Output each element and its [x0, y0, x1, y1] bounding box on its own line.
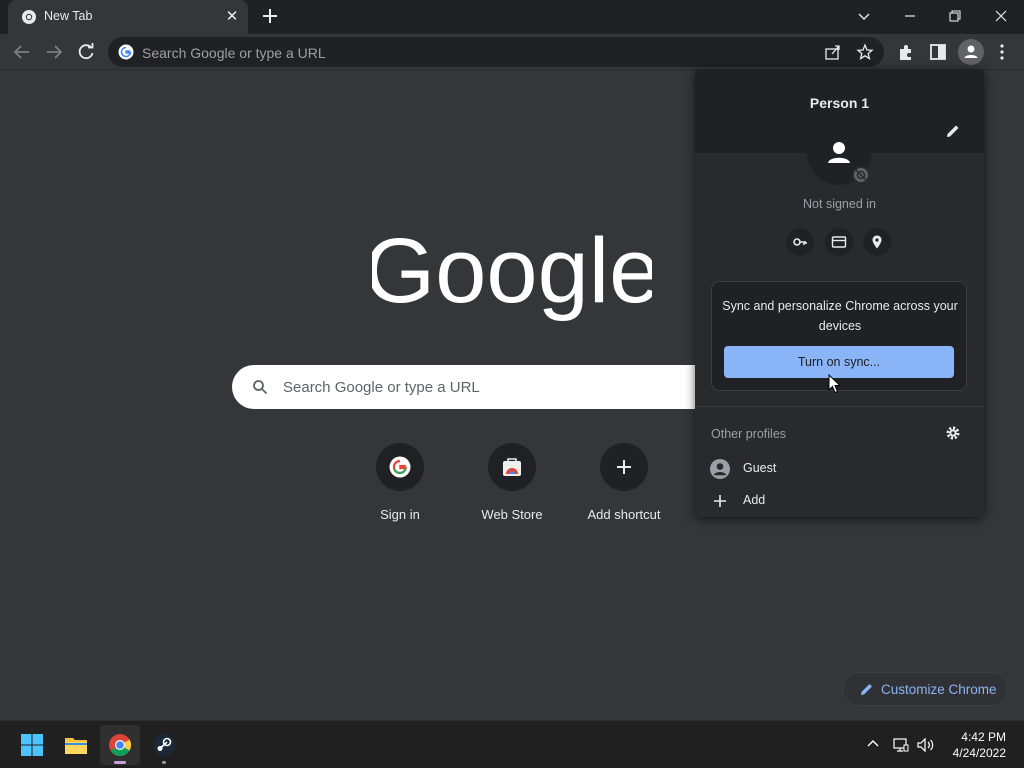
tab-new-tab[interactable]: New Tab ✕ — [8, 0, 248, 34]
network-icon[interactable] — [893, 737, 909, 753]
key-icon — [793, 238, 807, 246]
minimize-button[interactable] — [890, 3, 930, 29]
pencil-icon — [861, 684, 872, 695]
google-logo: Google — [372, 222, 652, 322]
close-icon — [995, 10, 1007, 22]
passwords-button[interactable] — [786, 228, 814, 256]
profile-item-label: Add — [743, 493, 766, 507]
shortcut-sign-in[interactable]: Sign in — [350, 443, 450, 522]
web-store-icon — [503, 458, 521, 476]
shortcut-label: Add shortcut — [587, 507, 661, 522]
profile-button[interactable] — [958, 39, 984, 65]
shortcut-add[interactable]: Add shortcut — [574, 443, 674, 522]
profile-menu: Person 1 Not signed in Sync and personal… — [695, 69, 984, 517]
chrome-icon — [109, 734, 131, 756]
clock-date: 4/24/2022 — [952, 746, 1006, 760]
shortcut-tile — [488, 443, 536, 491]
customize-chrome-label: Customize Chrome — [881, 682, 997, 697]
sync-promo-text: Sync and personalize Chrome across your … — [722, 299, 958, 333]
addresses-button[interactable] — [863, 228, 891, 256]
close-window-button[interactable] — [981, 3, 1021, 29]
taskbar-steam[interactable] — [144, 725, 184, 765]
taskbar-file-explorer[interactable] — [56, 725, 96, 765]
google-g-icon — [389, 456, 411, 478]
extensions-icon[interactable] — [895, 41, 917, 63]
new-tab-button[interactable] — [259, 5, 281, 27]
shortcut-label: Web Store — [481, 507, 543, 522]
guest-avatar-icon — [710, 459, 730, 479]
omnibox[interactable]: Search Google or type a URL — [108, 37, 884, 67]
taskbar-clock[interactable]: 4:42 PM 4/24/2022 — [932, 729, 1006, 761]
toolbar: Search Google or type a URL — [0, 34, 1024, 70]
google-logo-text: Google — [372, 222, 652, 322]
taskbar: 4:42 PM 4/24/2022 — [0, 720, 1024, 768]
search-icon — [253, 380, 268, 395]
running-indicator — [162, 761, 166, 764]
profile-item-label: Guest — [743, 461, 777, 475]
mouse-cursor-icon — [828, 374, 842, 394]
edit-icon[interactable] — [945, 123, 961, 139]
back-icon[interactable] — [11, 41, 33, 63]
windows-logo-icon — [21, 734, 43, 756]
start-button[interactable] — [12, 725, 52, 765]
tab-title: New Tab — [44, 9, 93, 23]
reload-icon[interactable] — [75, 41, 97, 63]
side-panel-icon[interactable] — [927, 41, 949, 63]
clock-time: 4:42 PM — [961, 730, 1006, 744]
shortcut-label: Sign in — [380, 507, 420, 522]
tab-strip: New Tab ✕ — [0, 0, 1024, 34]
sync-off-badge — [852, 166, 870, 184]
profile-item-guest[interactable]: Guest — [695, 452, 984, 484]
plus-icon — [714, 495, 726, 507]
restore-button[interactable] — [935, 3, 975, 29]
chevron-up-icon[interactable] — [866, 737, 880, 751]
shortcut-web-store[interactable]: Web Store — [462, 443, 562, 522]
screen: New Tab ✕ Search Google or type a URL Go… — [0, 0, 1024, 768]
taskbar-chrome[interactable] — [100, 725, 140, 765]
plus-icon — [617, 460, 631, 474]
chrome-icon — [22, 10, 36, 24]
profile-status: Not signed in — [803, 197, 876, 211]
restore-icon — [949, 10, 961, 22]
tab-search-button[interactable] — [844, 3, 884, 29]
chevron-down-icon — [858, 13, 870, 20]
payment-methods-button[interactable] — [825, 228, 853, 256]
share-icon[interactable] — [824, 43, 842, 61]
shortcut-tile — [376, 443, 424, 491]
profile-item-add[interactable]: Add — [695, 484, 984, 516]
google-g-icon — [118, 44, 134, 60]
credit-card-icon — [831, 236, 847, 248]
other-profiles-label: Other profiles — [711, 427, 787, 441]
location-pin-icon — [872, 235, 882, 249]
minimize-icon — [905, 15, 915, 17]
active-indicator — [114, 761, 126, 764]
forward-icon[interactable] — [43, 41, 65, 63]
profile-name: Person 1 — [809, 95, 870, 111]
shortcut-tile — [600, 443, 648, 491]
ntp-search-placeholder: Search Google or type a URL — [283, 379, 480, 396]
sync-off-icon — [855, 169, 867, 181]
menu-icon[interactable] — [991, 41, 1013, 63]
gear-icon[interactable] — [945, 425, 961, 441]
customize-chrome-button[interactable]: Customize Chrome — [842, 672, 1008, 706]
close-icon[interactable]: ✕ — [223, 8, 241, 26]
folder-icon — [65, 738, 87, 754]
steam-icon — [153, 734, 175, 756]
omnibox-placeholder: Search Google or type a URL — [142, 45, 326, 61]
person-icon — [964, 45, 978, 58]
star-icon[interactable] — [856, 43, 874, 61]
divider — [695, 406, 984, 407]
